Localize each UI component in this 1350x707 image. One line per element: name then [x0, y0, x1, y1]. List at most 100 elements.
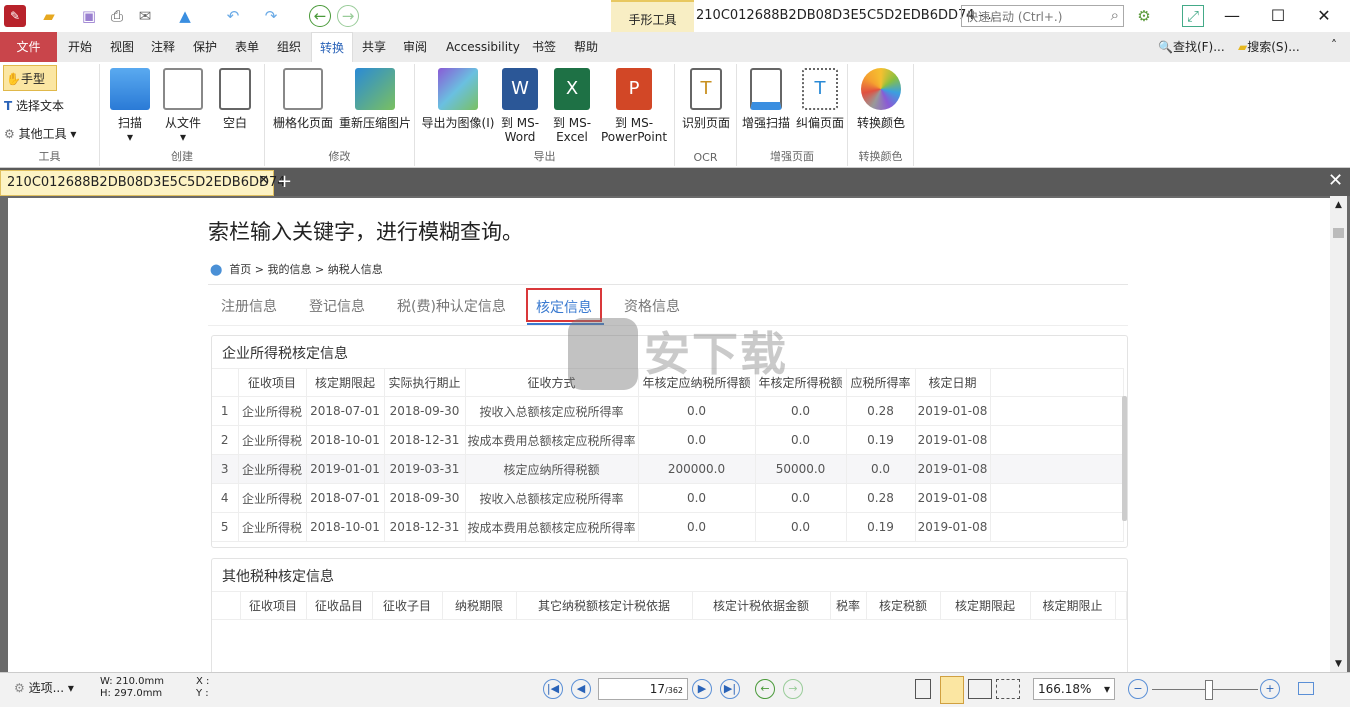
tab-help[interactable]: 帮助	[566, 32, 606, 62]
table-cell: 2019-01-01	[306, 454, 385, 484]
last-page-icon[interactable]: ▶|	[720, 679, 740, 699]
email-icon[interactable]: ✉	[134, 5, 156, 27]
table-cell: 2	[212, 425, 239, 455]
export-image-button[interactable]: 导出为图像(I)	[419, 68, 497, 130]
tab-organize[interactable]: 组织	[269, 32, 309, 62]
collapse-ribbon-icon[interactable]: ˄	[1331, 38, 1337, 52]
tab-form[interactable]: 表单	[227, 32, 267, 62]
from-file-button[interactable]: 从文件 ▾	[158, 68, 208, 144]
select-text-button[interactable]: T 选择文本	[4, 97, 64, 114]
tab-comment[interactable]: 注释	[143, 32, 183, 62]
quick-launch-input[interactable]: 快速启动 (Ctrl+.) ⌕	[961, 5, 1124, 27]
tab-bookmarks[interactable]: 书签	[524, 32, 564, 62]
next-page-icon[interactable]: ▶	[692, 679, 712, 699]
recognize-page-button[interactable]: T 识别页面	[679, 68, 733, 130]
enhance-scan-button[interactable]: 增强扫描	[739, 68, 793, 130]
ui-options-icon[interactable]: ⚙	[1133, 5, 1155, 27]
scan-icon[interactable]: ▲	[174, 5, 196, 27]
page-number-input[interactable]: 17/362	[598, 678, 688, 700]
tab-file[interactable]: 文件	[0, 32, 57, 62]
tab-registration[interactable]: 注册信息	[221, 296, 277, 316]
find-button[interactable]: 🔍查找(F)...	[1158, 38, 1225, 55]
table-scrollbar[interactable]	[1122, 396, 1127, 521]
tab-record[interactable]: 登记信息	[309, 296, 365, 316]
print-icon[interactable]: ⎙	[106, 5, 128, 27]
table-cell: 2018-12-31	[384, 425, 466, 455]
tab-review[interactable]: 审阅	[395, 32, 435, 62]
tab-convert[interactable]: 转换	[311, 32, 354, 62]
continuous-page-icon[interactable]	[940, 676, 964, 704]
prev-page-icon[interactable]: ◀	[571, 679, 591, 699]
table-row[interactable]: 5 企业所得税 2018-10-01 2018-12-31 按成本费用总额核定应税所得率…	[212, 512, 1124, 542]
single-page-icon[interactable]	[915, 679, 931, 699]
document-tab[interactable]: 210C012688B2DB08D3E5C5D2EDB6DD74 ✕	[0, 170, 286, 196]
to-powerpoint-button[interactable]: P 到 MS-PowerPoint	[599, 68, 669, 144]
search-icon: ⌕	[1110, 6, 1119, 24]
undo-icon[interactable]: ↶	[222, 5, 244, 27]
group-modify: 栅格化页面 重新压缩图片 修改	[265, 64, 415, 166]
first-page-icon[interactable]: |◀	[543, 679, 563, 699]
tab-accessibility[interactable]: Accessibility	[438, 32, 528, 62]
close-button[interactable]: ✕	[1304, 6, 1344, 25]
tab-view[interactable]: 视图	[102, 32, 142, 62]
minimize-button[interactable]: —	[1212, 6, 1252, 25]
column-header: 征收品目	[306, 591, 373, 620]
breadcrumb-text[interactable]: 首页 > 我的信息 > 纳税人信息	[229, 263, 382, 276]
zoom-select[interactable]: 166.18% ▾	[1033, 678, 1115, 700]
tab-share[interactable]: 共享	[354, 32, 394, 62]
ocr-icon: T	[690, 68, 722, 110]
search-button[interactable]: ▰搜索(S)...	[1238, 38, 1300, 55]
close-tab-icon[interactable]: ✕	[258, 173, 269, 188]
table-row[interactable]: 2 企业所得税 2018-10-01 2018-12-31 按成本费用总额核定应税所得率…	[212, 425, 1124, 455]
recompress-label: 重新压缩图片	[338, 116, 411, 130]
tab-assessment[interactable]: 核定信息	[526, 288, 602, 322]
scroll-up-icon[interactable]: ▲	[1330, 200, 1347, 210]
fullscreen-icon[interactable]: ⤢	[1182, 5, 1204, 27]
back-icon[interactable]: ←	[309, 5, 331, 27]
tab-protect[interactable]: 保护	[185, 32, 225, 62]
table-cell: 按成本费用总额核定应税所得率	[465, 425, 639, 455]
scroll-thumb[interactable]	[1333, 228, 1344, 238]
zoom-out-icon[interactable]: −	[1128, 679, 1148, 699]
redo-icon[interactable]: ↷	[260, 5, 282, 27]
options-button[interactable]: ⚙ 选项... ▾	[14, 679, 74, 696]
rasterize-button[interactable]: 栅格化页面	[269, 68, 337, 130]
blank-button[interactable]: 空白	[212, 68, 258, 130]
new-tab-icon[interactable]: +	[277, 171, 292, 192]
other-tax-table: 征收项目 征收品目 征收子目 纳税期限 其它纳税额核定计税依据 核定计税依据金额 税率 核定税…	[212, 591, 1127, 672]
tab-qualification[interactable]: 资格信息	[624, 296, 680, 316]
continuous-facing-icon[interactable]	[996, 679, 1020, 699]
close-document-icon[interactable]: ✕	[1328, 170, 1343, 191]
table-row[interactable]: 1 企业所得税 2018-07-01 2018-09-30 按收入总额核定应税所得率 0.…	[212, 396, 1124, 426]
table-cell: 2018-10-01	[306, 512, 385, 542]
group-tools: ✋手型 T 选择文本 ⚙ 其他工具 ▾ 工具	[0, 64, 100, 166]
vertical-scrollbar[interactable]: ▲ ▼	[1330, 196, 1347, 672]
view-settings-icon[interactable]	[1298, 682, 1314, 695]
other-tools-button[interactable]: ⚙ 其他工具 ▾	[4, 125, 76, 142]
previous-view-icon[interactable]: ←	[755, 679, 775, 699]
next-view-icon[interactable]: →	[783, 679, 803, 699]
deskew-button[interactable]: T 纠偏页面	[793, 68, 847, 130]
table-row[interactable]: 4 企业所得税 2018-07-01 2018-09-30 按收入总额核定应税所得率 0.…	[212, 483, 1124, 513]
table-row[interactable]: 3 企业所得税 2019-01-01 2019-03-31 核定应纳所得税额 200000…	[212, 454, 1124, 484]
table-cell: 企业所得税	[238, 396, 307, 426]
scan-button[interactable]: 扫描 ▾	[105, 68, 155, 144]
zoom-slider-handle[interactable]	[1205, 680, 1213, 700]
to-excel-button[interactable]: X 到 MS-Excel	[549, 68, 595, 144]
facing-pages-icon[interactable]	[968, 679, 992, 699]
open-folder-icon[interactable]: ▰	[38, 5, 60, 27]
hand-label: 手型	[20, 72, 45, 86]
group-export: 导出为图像(I) W 到 MS-Word X 到 MS-Excel P 到 MS-Po…	[415, 64, 675, 166]
recompress-button[interactable]: 重新压缩图片	[337, 68, 413, 130]
hand-tool-button[interactable]: ✋手型	[3, 65, 57, 91]
tab-home[interactable]: 开始	[60, 32, 100, 62]
convert-color-button[interactable]: 转换颜色	[852, 68, 910, 130]
window-title: 210C012688B2DB08D3E5C5D2EDB6DD74 - ..	[696, 8, 996, 23]
zoom-in-icon[interactable]: +	[1260, 679, 1280, 699]
forward-icon[interactable]: →	[337, 5, 359, 27]
maximize-button[interactable]: ☐	[1258, 6, 1298, 25]
to-word-button[interactable]: W 到 MS-Word	[497, 68, 543, 144]
scroll-down-icon[interactable]: ▼	[1330, 659, 1347, 669]
tab-tax-type[interactable]: 税(费)种认定信息	[397, 296, 506, 316]
save-icon[interactable]: ▣	[78, 5, 100, 27]
